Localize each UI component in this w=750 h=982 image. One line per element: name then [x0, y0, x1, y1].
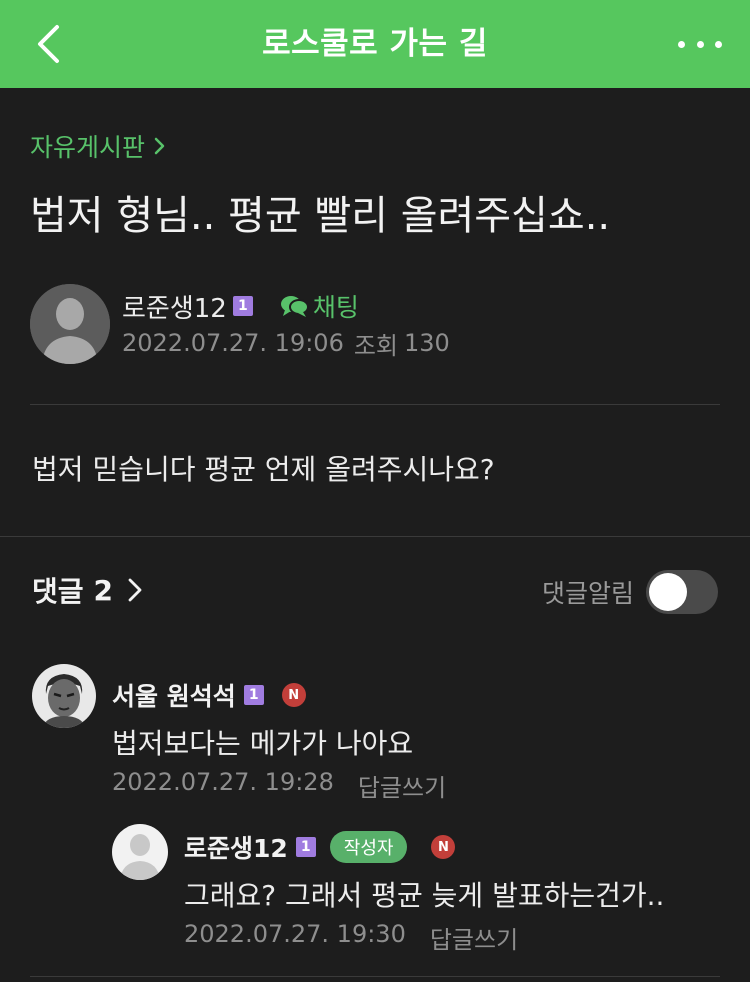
profile-photo-icon	[32, 664, 96, 728]
toggle-knob	[649, 573, 687, 611]
writer-badge: 작성자	[329, 831, 408, 863]
commenter-avatar[interactable]	[112, 824, 168, 880]
chevron-right-icon	[128, 578, 142, 602]
author-row: 로준생12 1 채팅	[122, 288, 359, 324]
more-dot	[715, 40, 722, 48]
post-title: 법저 형님.. 평균 빨리 올려주십쇼..	[30, 193, 611, 239]
comments-label: 댓글	[32, 575, 84, 608]
author-avatar[interactable]	[30, 284, 110, 364]
views-count: 130	[404, 329, 450, 357]
level-badge: 1	[232, 296, 253, 316]
chat-bubbles-icon	[280, 296, 309, 317]
board-breadcrumb[interactable]: 자유게시판	[30, 128, 167, 164]
comment-meta: 2022.07.27. 19:30 답글쓰기	[184, 920, 518, 955]
board-name: 자유게시판	[30, 133, 146, 162]
comment-author-name[interactable]: 서울 원석석	[112, 677, 236, 713]
comment-author-row: 로준생12 1 작성자 N	[184, 829, 456, 865]
post-meta: 2022.07.27. 19:06 조회 130	[122, 326, 450, 360]
divider	[30, 404, 720, 405]
new-badge: N	[281, 683, 306, 707]
new-badge: N	[431, 835, 456, 859]
reply-button[interactable]: 답글쓰기	[358, 768, 446, 803]
reply-button[interactable]: 답글쓰기	[430, 920, 518, 955]
comments-count: 2	[93, 573, 114, 607]
author-name[interactable]: 로준생12	[122, 288, 227, 325]
more-dot	[678, 40, 685, 48]
level-badge: 1	[243, 685, 264, 705]
cafe-title: 로스쿨로 가는 길	[262, 26, 488, 62]
comment-author-name[interactable]: 로준생12	[184, 829, 288, 865]
comment-datetime: 2022.07.27. 19:28	[112, 768, 334, 796]
chat-label: 채팅	[312, 293, 359, 322]
more-button[interactable]	[678, 30, 722, 58]
chat-button[interactable]: 채팅	[279, 288, 359, 324]
comment-text: 법저보다는 메가가 나아요	[112, 727, 414, 760]
views-label: 조회	[353, 331, 399, 360]
chevron-right-icon	[154, 137, 165, 155]
divider	[0, 536, 750, 537]
level-badge: 1	[295, 837, 316, 857]
post-datetime: 2022.07.27. 19:06	[122, 329, 344, 357]
comment-text: 그래요? 그래서 평균 늦게 발표하는건가..	[184, 879, 665, 912]
commenter-avatar[interactable]	[32, 664, 96, 728]
comments-header[interactable]: 댓글 2	[32, 570, 143, 610]
comment-alert-toggle[interactable]	[646, 570, 718, 614]
comment-meta: 2022.07.27. 19:28 답글쓰기	[112, 768, 446, 803]
comment-author-row: 서울 원석석 1 N	[112, 678, 306, 712]
divider	[30, 976, 720, 977]
more-dot	[696, 40, 704, 48]
comment-datetime: 2022.07.27. 19:30	[184, 920, 406, 948]
comment-alert-label: 댓글알림	[541, 579, 634, 608]
default-avatar-icon	[30, 284, 110, 364]
top-bar: 로스쿨로 가는 길	[0, 0, 750, 88]
post-body: 법저 믿습니다 평균 언제 올려주시나요?	[32, 453, 495, 486]
comment-alert: 댓글알림	[542, 570, 718, 614]
default-avatar-icon	[112, 824, 168, 880]
